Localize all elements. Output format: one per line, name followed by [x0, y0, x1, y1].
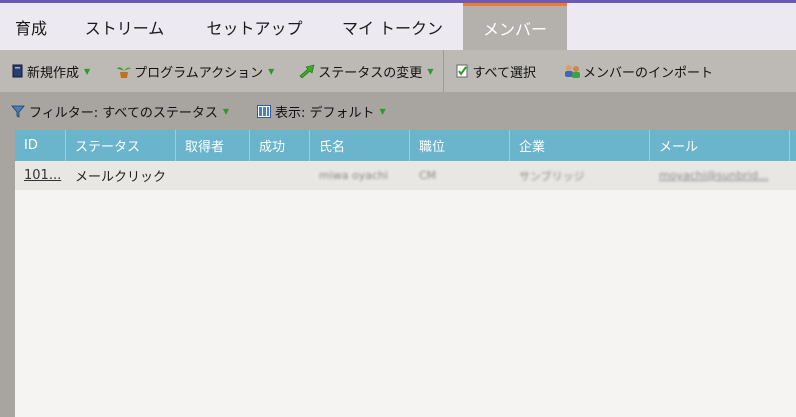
checklist-icon [456, 64, 468, 78]
filter-funnel-icon [11, 105, 25, 118]
name-text: miwa oyachi [319, 169, 389, 182]
member-id-link[interactable]: 101... [24, 168, 61, 183]
column-header-label: 氏名 [319, 140, 346, 155]
tab-label: セットアップ [206, 18, 303, 38]
dropdown-arrow-icon: ▼ [222, 106, 229, 116]
select-all-label: すべて選択 [472, 65, 537, 81]
column-header-id[interactable]: ID [15, 130, 66, 161]
column-header-label: 成功 [259, 140, 286, 155]
select-all-button[interactable]: すべて選択 [456, 62, 536, 81]
toolbar-divider [443, 50, 445, 92]
column-header-label: 職位 [419, 140, 446, 155]
email-text: moyachi@sunbrid... [659, 169, 769, 182]
dropdown-arrow-icon: ▼ [268, 66, 275, 76]
filter-dropdown[interactable]: フィルター: すべてのステータス ▼ [11, 102, 229, 121]
table-header: ID ステータス 取得者 成功 氏名 職位 企業 メール [15, 130, 796, 161]
column-header-name[interactable]: 氏名 [310, 130, 410, 161]
column-header-company[interactable]: 企業 [510, 130, 650, 161]
tab-setup[interactable]: セットアップ [187, 3, 322, 50]
import-members-label: メンバーのインポート [583, 65, 714, 81]
column-header-acquired-by[interactable]: 取得者 [176, 130, 250, 161]
view-columns-icon [256, 104, 271, 118]
change-status-label: ステータスの変更 [318, 65, 423, 81]
tab-label: メンバー [482, 20, 547, 39]
status-arrow-icon [299, 64, 315, 78]
cell-success [250, 161, 310, 190]
cell-name: miwa oyachi [310, 161, 410, 190]
cell-status: メールクリック [66, 161, 176, 190]
import-members-button[interactable]: メンバーのインポート [564, 62, 713, 81]
dropdown-arrow-icon: ▼ [379, 106, 386, 116]
column-header-email[interactable]: メール [650, 130, 790, 161]
column-header-label: メール [659, 140, 699, 155]
new-button[interactable]: 新規作成 ▼ [12, 62, 90, 81]
members-grid: ID ステータス 取得者 成功 氏名 職位 企業 メール 101... メールク… [15, 130, 796, 417]
company-text: サンブリッジ [519, 169, 585, 183]
column-header-spacer [790, 130, 796, 161]
tab-label: マイ トークン [341, 18, 444, 38]
action-toolbar: 新規作成 ▼ プログラムアクション ▼ ステータスの変更 ▼ すべて選択 メンバ… [0, 50, 796, 92]
status-text: メールクリック [75, 170, 167, 185]
main-tab-bar: 育成 ストリーム セットアップ マイ トークン メンバー [0, 3, 796, 50]
cell-email: moyachi@sunbrid... [650, 161, 790, 190]
column-header-title[interactable]: 職位 [410, 130, 510, 161]
tab-members[interactable]: メンバー [463, 3, 567, 50]
filter-label: フィルター: すべてのステータス [29, 105, 218, 121]
program-action-label: プログラムアクション [134, 65, 264, 81]
tab-label: ストリーム [84, 18, 165, 38]
new-document-icon [12, 64, 23, 78]
program-plant-icon [117, 66, 132, 78]
cell-company: サンブリッジ [510, 161, 650, 190]
dropdown-arrow-icon: ▼ [84, 66, 91, 76]
view-dropdown[interactable]: 表示: デフォルト ▼ [256, 102, 386, 121]
tab-nurture[interactable]: 育成 [0, 3, 62, 50]
filter-bar: フィルター: すべてのステータス ▼ 表示: デフォルト ▼ [0, 92, 796, 130]
column-header-label: 企業 [519, 140, 546, 155]
change-status-button[interactable]: ステータスの変更 ▼ [299, 62, 433, 81]
table-row[interactable]: 101... メールクリック miwa oyachi CM サンブリッジ moy… [15, 161, 796, 190]
cell-acquired-by [176, 161, 250, 190]
cell-id[interactable]: 101... [15, 161, 66, 190]
dropdown-arrow-icon: ▼ [427, 66, 434, 76]
tab-stream[interactable]: ストリーム [62, 3, 187, 50]
column-header-status[interactable]: ステータス [66, 130, 176, 161]
title-text: CM [419, 169, 437, 182]
view-label: 表示: デフォルト [274, 105, 375, 121]
cell-title: CM [410, 161, 510, 190]
tab-my-tokens[interactable]: マイ トークン [322, 3, 463, 50]
column-header-label: 取得者 [185, 140, 225, 155]
column-header-label: ID [24, 138, 38, 153]
new-label: 新規作成 [27, 65, 80, 81]
member-import-icon [565, 65, 581, 78]
tab-label: 育成 [14, 18, 47, 38]
column-header-label: ステータス [75, 140, 141, 155]
program-action-button[interactable]: プログラムアクション ▼ [116, 62, 274, 81]
column-header-success[interactable]: 成功 [250, 130, 310, 161]
